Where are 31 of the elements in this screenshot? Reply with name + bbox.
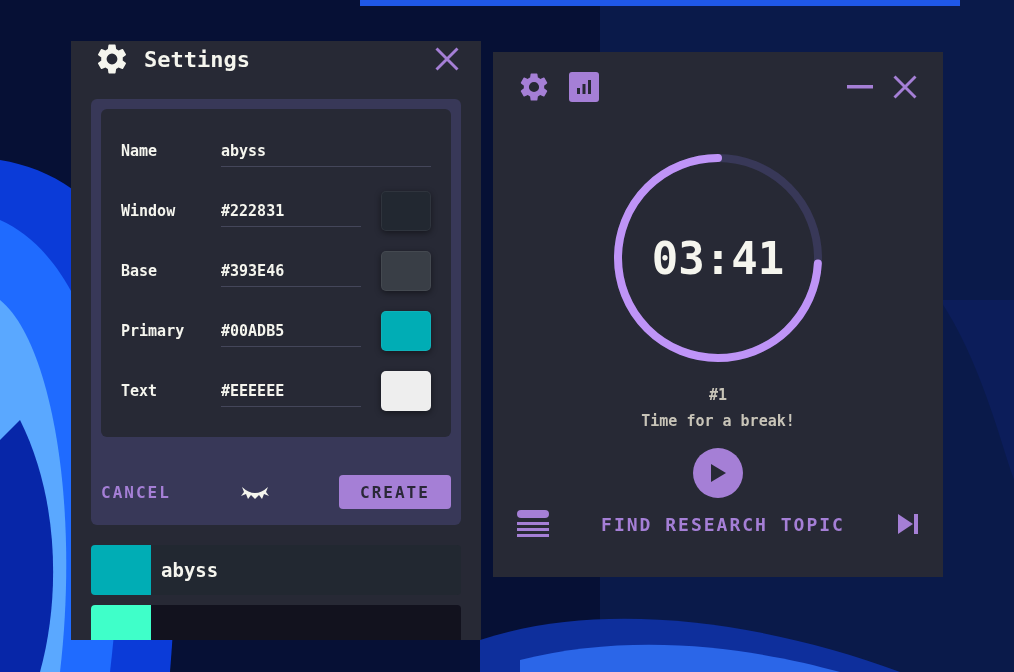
close-button[interactable] [891, 73, 919, 101]
theme-name: abyss [161, 559, 219, 581]
theme-item[interactable] [91, 605, 461, 640]
input-field[interactable]: #222831 [221, 195, 361, 227]
color-swatch[interactable] [381, 251, 431, 291]
input-field[interactable]: #393E46 [221, 255, 361, 287]
close-button[interactable] [433, 45, 461, 73]
play-button[interactable] [693, 448, 743, 498]
play-icon [709, 463, 727, 483]
status-message: Time for a break! [641, 412, 795, 430]
color-swatch[interactable] [381, 371, 431, 411]
task-name: FIND RESEARCH TOPIC [601, 513, 845, 535]
input-field[interactable]: #00ADB5 [221, 315, 361, 347]
cancel-button[interactable]: CANCEL [101, 482, 171, 502]
window-title: Settings [144, 46, 251, 72]
field-label: Text [121, 382, 159, 400]
bar-chart-icon[interactable] [569, 72, 599, 102]
round-number: #1 [708, 386, 728, 404]
timer-display: 03:41 [651, 232, 785, 284]
color-swatch[interactable] [381, 191, 431, 231]
create-button[interactable]: CREATE [339, 475, 451, 509]
theme-item[interactable]: abyss [91, 545, 461, 595]
skip-next-icon[interactable] [897, 513, 919, 535]
input-field[interactable]: #EEEEEE [221, 375, 361, 407]
field-label: Window [121, 202, 177, 220]
menu-icon[interactable] [517, 510, 549, 538]
field-label: Name [121, 142, 159, 160]
field-label: Base [121, 262, 159, 280]
field-label: Primary [121, 322, 186, 340]
color-swatch[interactable] [381, 311, 431, 351]
input-field[interactable]: abyss [221, 135, 431, 167]
